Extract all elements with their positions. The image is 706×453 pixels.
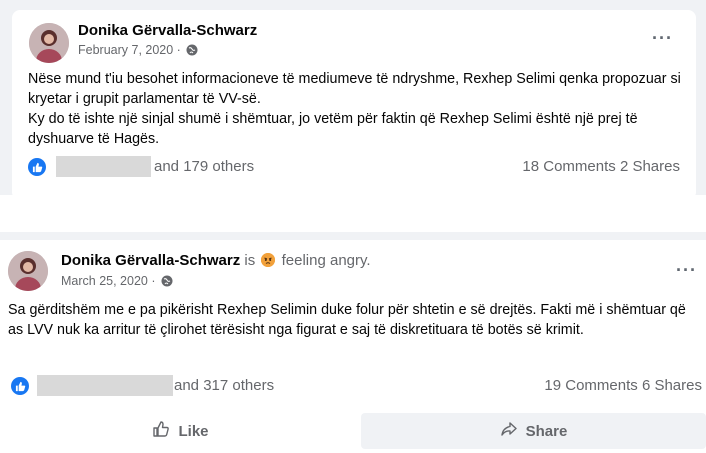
more-options-button[interactable]: ··· — [652, 28, 673, 49]
author-avatar[interactable] — [8, 251, 48, 291]
author-name[interactable]: Donika Gërvalla-Schwarz — [61, 252, 240, 269]
share-label: Share — [525, 422, 568, 440]
post-text: Sa gërditshëm me e pa pikërisht Rexhep S… — [8, 302, 686, 338]
more-options-button[interactable]: ··· — [676, 260, 697, 281]
post-paragraph: Ky do të ishte një sinjal shumë i shëmtu… — [28, 111, 638, 147]
shares-count[interactable]: 6 Shares — [642, 377, 702, 394]
comments-count[interactable]: 18 Comments — [522, 158, 615, 175]
author-name[interactable]: Donika Gërvalla-Schwarz — [78, 22, 257, 39]
post-separator — [0, 232, 706, 240]
comments-shares-count[interactable]: 19 Comments 6 Shares — [544, 377, 702, 394]
post-date-text[interactable]: March 25, 2020 · — [61, 274, 156, 288]
post-header: Donika Gërvalla-Schwarz is feeling angry… — [61, 252, 371, 269]
is-text: is — [244, 252, 256, 269]
post-date[interactable]: March 25, 2020 · — [61, 274, 173, 290]
shares-count[interactable]: 2 Shares — [620, 158, 680, 175]
like-label: Like — [178, 422, 209, 440]
post-text: Nëse mund t'iu besohet informacioneve të… — [28, 69, 688, 149]
redacted-names — [37, 375, 173, 396]
globe-icon — [186, 44, 198, 59]
post-card-1: Donika Gërvalla-Schwarz February 7, 2020… — [12, 10, 696, 200]
comments-count[interactable]: 19 Comments — [544, 377, 637, 394]
post-date[interactable]: February 7, 2020 · — [78, 43, 198, 59]
redacted-names — [56, 156, 151, 177]
thumbs-up-icon[interactable] — [11, 377, 29, 395]
reactions-others[interactable]: and 317 others — [174, 377, 274, 394]
author-avatar[interactable] — [29, 23, 69, 63]
comments-shares-count[interactable]: 18 Comments 2 Shares — [522, 158, 680, 175]
angry-emoji-icon — [261, 253, 276, 267]
reactions-others[interactable]: and 179 others — [154, 158, 254, 175]
thumbs-up-icon[interactable] — [28, 158, 46, 176]
post-paragraph: Nëse mund t'iu besohet informacioneve të… — [28, 71, 681, 107]
share-button[interactable]: Share — [361, 413, 706, 449]
like-button[interactable]: Like — [8, 413, 353, 449]
globe-icon — [161, 275, 173, 290]
thumbs-up-icon — [152, 420, 170, 442]
share-arrow-icon — [500, 420, 518, 442]
feeling-text[interactable]: feeling angry. — [282, 252, 371, 269]
post-date-text[interactable]: February 7, 2020 · — [78, 43, 181, 57]
